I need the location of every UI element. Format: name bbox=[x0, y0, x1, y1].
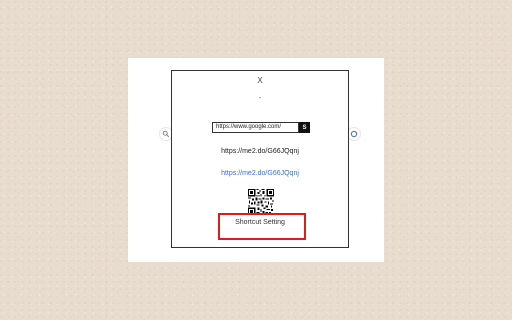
url-input[interactable]: https://www.google.com/ bbox=[212, 122, 299, 133]
qr-code-icon bbox=[248, 189, 274, 215]
short-url-text: https://me2.do/G66JQqnj bbox=[221, 148, 299, 155]
separator-dash: - bbox=[258, 95, 262, 102]
url-input-row: https://www.google.com/ S bbox=[212, 122, 310, 133]
short-url-link[interactable]: https://me2.do/G66JQqnj bbox=[172, 170, 348, 177]
shorten-button[interactable]: S bbox=[299, 122, 310, 133]
highlight-box bbox=[218, 213, 306, 240]
extension-icon[interactable] bbox=[347, 127, 361, 141]
close-button[interactable]: X bbox=[172, 76, 348, 85]
